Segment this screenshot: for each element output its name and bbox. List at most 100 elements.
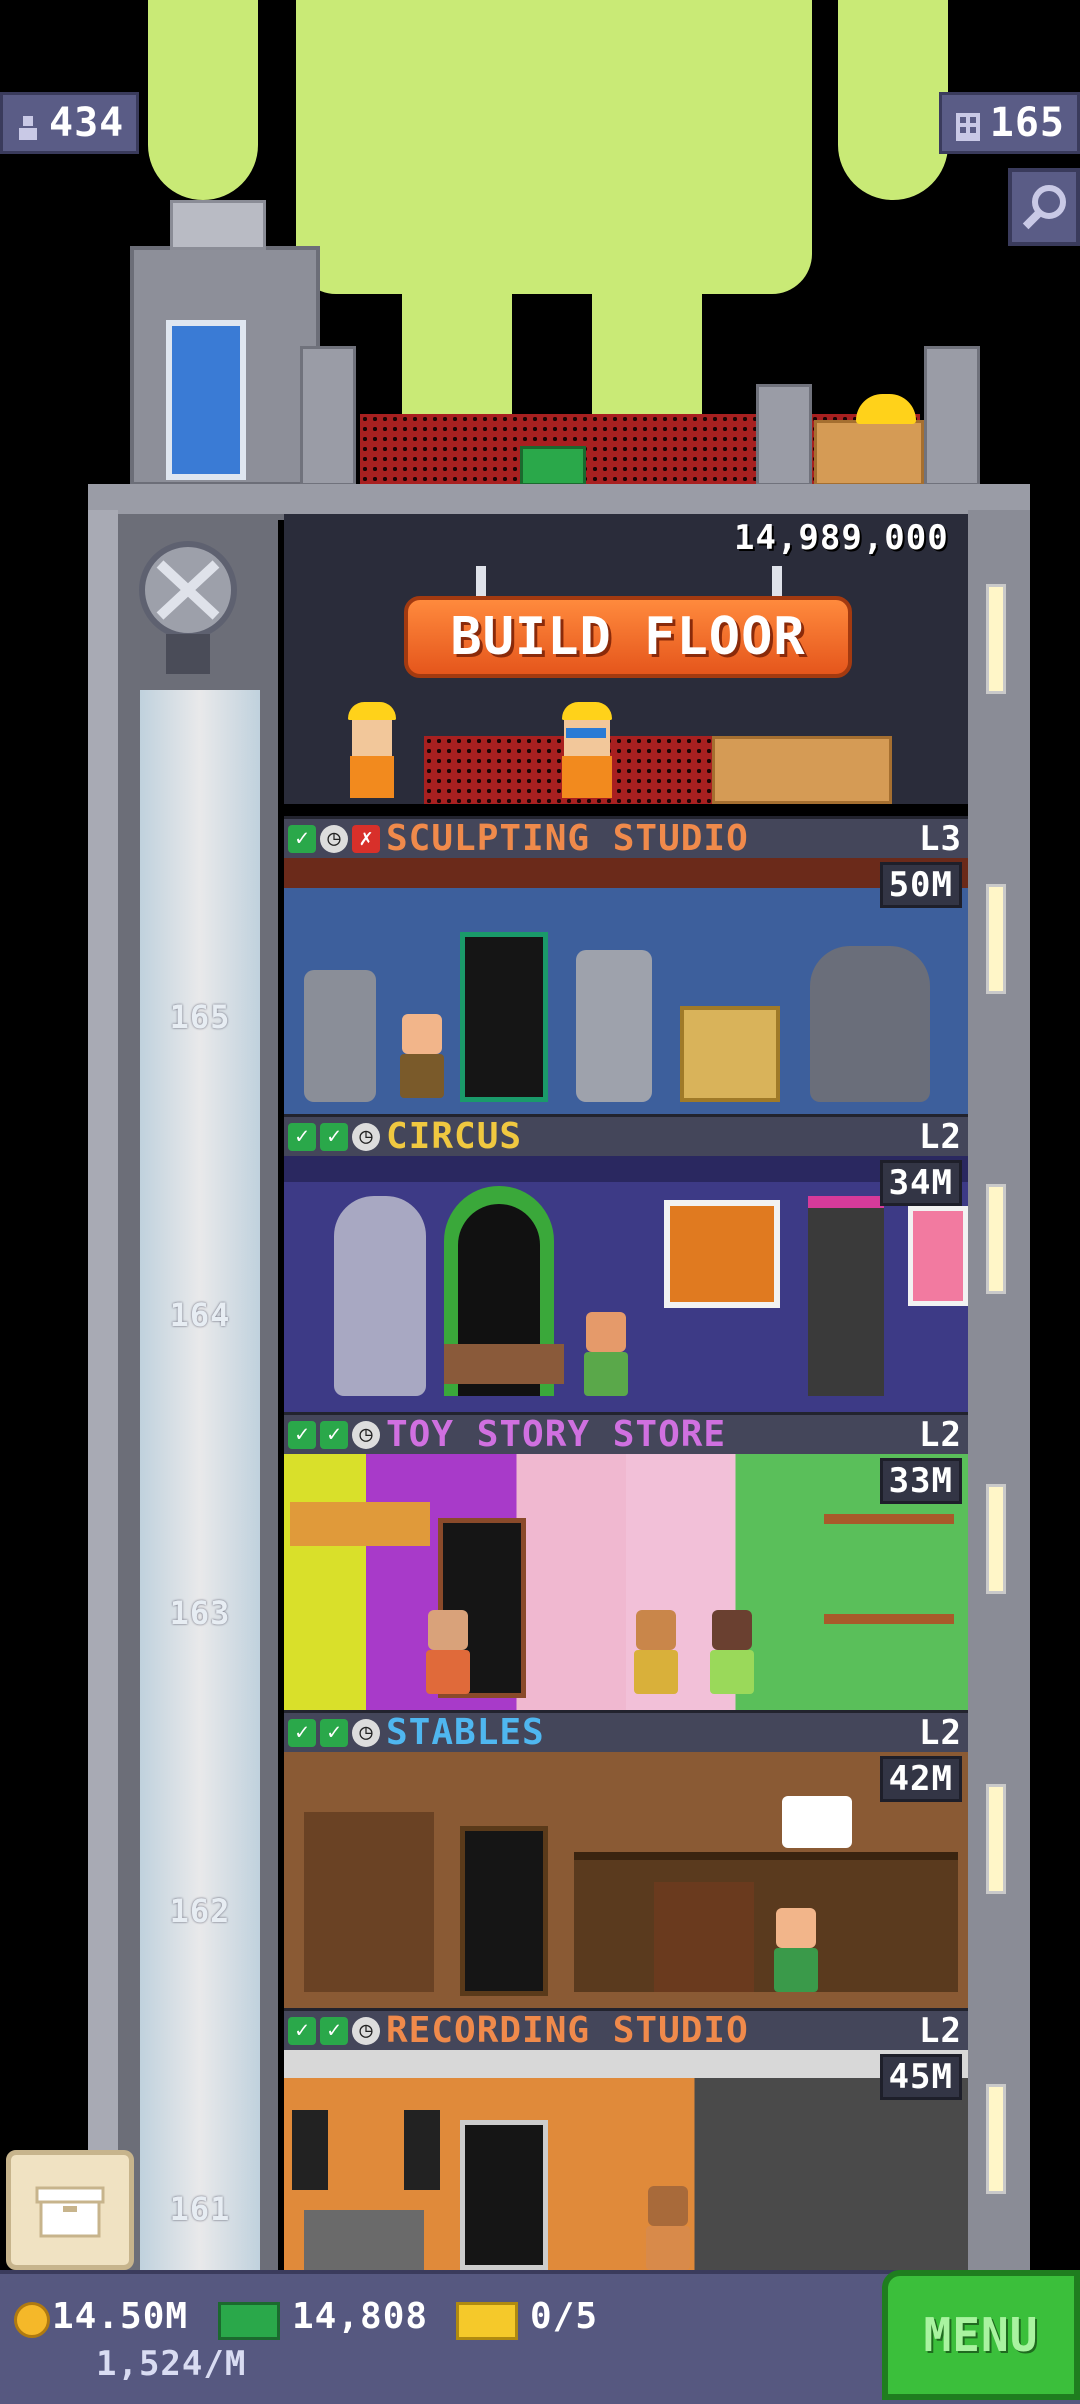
- roof-pillar: [300, 346, 356, 486]
- android-statue: [296, 0, 812, 294]
- population-count: 434: [49, 100, 125, 146]
- population-badge[interactable]: 434: [0, 92, 140, 154]
- room-door: [460, 2120, 548, 2270]
- vip-count: 0/5: [530, 2296, 599, 2337]
- window-light: [986, 584, 1006, 694]
- check-icon: ✓: [320, 2016, 348, 2045]
- vip-ticket-icon: [456, 2302, 518, 2340]
- cross-icon: ✗: [352, 824, 380, 853]
- worker: [344, 702, 400, 798]
- feed-shelf: [304, 1812, 434, 1992]
- floor-name: RECORDING STUDIO: [386, 2010, 749, 2051]
- floor-name: TOY STORY STORE: [386, 1414, 727, 1455]
- floor-number: 163: [169, 1594, 231, 1632]
- roof-vent: [170, 200, 266, 250]
- check-icon: ✓: [320, 1122, 348, 1151]
- bux-balance: 14,808: [292, 2296, 429, 2337]
- floor-count: 165: [989, 100, 1065, 146]
- construction-crate: [712, 736, 892, 804]
- floor-recording-studio[interactable]: ✓ ✓ ◷ RECORDING STUDIO L2 45M: [284, 2008, 968, 2270]
- window-light: [986, 884, 1006, 994]
- window-light: [986, 1484, 1006, 1594]
- roof-pillar: [924, 346, 980, 486]
- worker: [554, 702, 620, 798]
- android-arm-left: [148, 0, 258, 200]
- floor-header: ✓ ✓ ◷ RECORDING STUDIO L2: [284, 2008, 968, 2051]
- statue: [304, 970, 376, 1102]
- speech-bubble[interactable]: [782, 1796, 852, 1848]
- window-light: [986, 1184, 1006, 1294]
- roof-toolbox: [520, 446, 586, 486]
- search-button[interactable]: [1008, 168, 1080, 246]
- floor-level: L2: [919, 1117, 962, 1157]
- tiger-poster: [664, 1200, 780, 1308]
- roof-door[interactable]: [166, 320, 246, 480]
- build-floor-price: 14,989,000: [734, 518, 949, 558]
- clown-poster: [908, 1206, 968, 1306]
- floor-number: 162: [169, 1892, 231, 1930]
- visitor[interactable]: [628, 1610, 684, 1694]
- arcade-machine: [808, 1196, 884, 1396]
- person-icon: [15, 108, 41, 140]
- floor-price: 33M: [879, 1458, 962, 1504]
- speaker: [404, 2110, 440, 2190]
- floor-stables[interactable]: ✓ ✓ ◷ STABLES L2 42M: [284, 1710, 968, 2008]
- visitor[interactable]: [420, 1610, 476, 1694]
- floor-header: ✓ ◷ ✗ SCULPTING STUDIO L3: [284, 816, 968, 859]
- floor-scene: [284, 858, 968, 1114]
- check-icon: ✓: [288, 824, 316, 853]
- clock-icon: ◷: [320, 824, 348, 853]
- floor-header: ✓ ✓ ◷ CIRCUS L2: [284, 1114, 968, 1157]
- elevator-car[interactable]: [140, 690, 260, 2270]
- elephant-statue: [334, 1196, 426, 1396]
- coin-rate: 1,524/M: [96, 2344, 247, 2384]
- build-floor-button[interactable]: BUILD FLOOR: [404, 596, 852, 678]
- floor-count-badge[interactable]: 165: [938, 92, 1080, 154]
- menu-button[interactable]: MENU: [882, 2270, 1080, 2400]
- clock-icon: ◷: [352, 1718, 380, 1747]
- floor-circus[interactable]: ✓ ✓ ◷ CIRCUS L2 34M: [284, 1114, 968, 1412]
- floor-toy-story-store[interactable]: ✓ ✓ ◷ TOY STORY STORE L2 33M: [284, 1412, 968, 1710]
- clock-icon: ◷: [352, 1420, 380, 1449]
- floor-price: 50M: [879, 862, 962, 908]
- horse-stall: [574, 1852, 958, 1992]
- floor-scene: [284, 1752, 968, 2008]
- room-door: [460, 1826, 548, 1996]
- floor-name: CIRCUS: [386, 1116, 523, 1157]
- check-icon: ✓: [288, 2016, 316, 2045]
- building-right-wall: [968, 510, 1030, 2270]
- visitor[interactable]: [578, 1312, 634, 1396]
- android-arm-right: [838, 0, 948, 200]
- mixing-desk: [304, 2210, 424, 2270]
- room-door: [460, 932, 548, 1102]
- floor-header: ✓ ✓ ◷ STABLES L2: [284, 1710, 968, 1753]
- visitor[interactable]: [640, 2186, 696, 2270]
- clock-icon: ◷: [352, 2016, 380, 2045]
- floor-scene: [284, 2050, 968, 2270]
- floor-level: L3: [919, 819, 962, 859]
- check-icon: ✓: [320, 1420, 348, 1449]
- magnifier-icon: [1022, 185, 1066, 230]
- window-light: [986, 2084, 1006, 2194]
- floor-sculpting-studio[interactable]: ✓ ◷ ✗ SCULPTING STUDIO L3 50M: [284, 816, 968, 1114]
- floor-name: SCULPTING STUDIO: [386, 818, 749, 859]
- visitor[interactable]: [394, 1014, 450, 1098]
- elevator-motor[interactable]: [130, 534, 240, 684]
- clock-icon: ◷: [352, 1122, 380, 1151]
- floor-price: 45M: [879, 2054, 962, 2100]
- statue: [810, 946, 930, 1102]
- visitor[interactable]: [768, 1908, 824, 1992]
- speaker: [292, 2110, 328, 2190]
- floor-level: L2: [919, 1415, 962, 1455]
- visitor[interactable]: [704, 1610, 760, 1694]
- check-icon: ✓: [288, 1420, 316, 1449]
- building-icon: [954, 107, 982, 141]
- floor-scene: [284, 1156, 968, 1412]
- window-light: [986, 1784, 1006, 1894]
- box-icon: [35, 2186, 105, 2238]
- floor-name: STABLES: [386, 1712, 545, 1753]
- inventory-button[interactable]: [6, 2150, 134, 2270]
- check-icon: ✓: [288, 1718, 316, 1747]
- floor-price: 42M: [879, 1756, 962, 1802]
- toy-shelf: [824, 1514, 954, 1624]
